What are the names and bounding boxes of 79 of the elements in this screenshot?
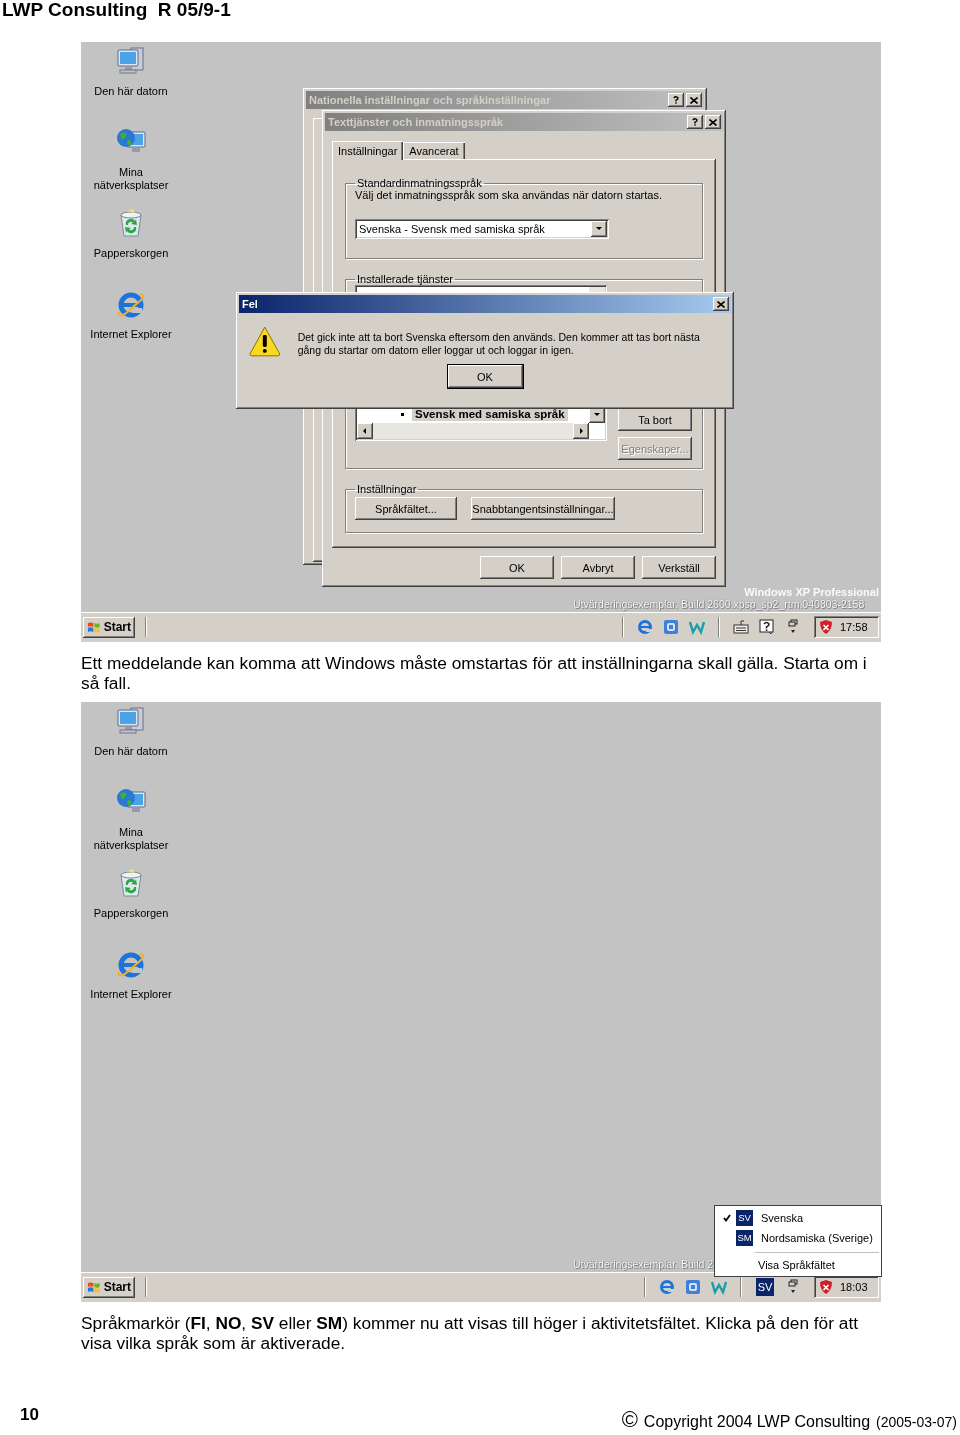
- group-label: Inställningar: [356, 483, 418, 495]
- close-icon: [717, 300, 725, 308]
- computer-icon: [115, 45, 147, 77]
- menu-label: Nordsamiska (Sverige): [761, 1231, 873, 1244]
- help-button[interactable]: [687, 115, 703, 129]
- clock: 17:58: [840, 621, 868, 633]
- build-text: Utvärderingsexemplar. Build 2: [573, 1258, 714, 1270]
- shield-icon: [818, 619, 834, 635]
- desktop-shortcut[interactable]: Den här datorn: [81, 705, 181, 786]
- menu-item[interactable]: SV Svenska: [715, 1208, 881, 1228]
- ok-button[interactable]: OK: [447, 365, 523, 388]
- clock: 18:03: [840, 1281, 868, 1293]
- desktop-shortcut[interactable]: Internet Explorer: [81, 948, 181, 1029]
- tab[interactable]: Avancerat: [403, 142, 465, 159]
- description-text: Välj det inmatningsspråk som ska användas när datorn startas.: [355, 189, 663, 201]
- page-number: 10: [20, 1405, 39, 1425]
- language-indicator[interactable]: SV: [756, 1278, 774, 1296]
- desktop-shortcut[interactable]: Papperskorgen: [81, 867, 181, 948]
- help-icon[interactable]: [758, 618, 776, 636]
- group-label: Standardinmatningsspråk: [356, 177, 483, 189]
- right-arrow-icon: [577, 427, 585, 435]
- close-button[interactable]: [686, 93, 702, 107]
- horizontal-scrollbar[interactable]: [357, 423, 589, 439]
- down-arrow-icon: [593, 411, 601, 419]
- app-icon[interactable]: [662, 618, 680, 636]
- desktop-shortcut[interactable]: Mina nätverksplatser: [81, 786, 181, 867]
- date-text: (2005-03-07): [876, 1414, 957, 1430]
- caret-icon: [595, 225, 603, 233]
- computer-icon: [115, 705, 147, 737]
- warning-icon: [248, 325, 282, 357]
- window-title: Fel: [242, 298, 259, 310]
- desktop-shortcut[interactable]: Internet Explorer: [81, 288, 181, 369]
- close-button[interactable]: [705, 115, 721, 129]
- e-logo-icon[interactable]: [658, 1278, 676, 1296]
- copyright-symbol: ©: [621, 1407, 638, 1433]
- flag-icon: [87, 620, 101, 634]
- start-button[interactable]: Start: [83, 1276, 135, 1298]
- language-badge: SM: [736, 1229, 753, 1246]
- button[interactable]: Verkställ: [642, 556, 716, 579]
- menu-label: Svenska: [761, 1212, 804, 1224]
- button[interactable]: Snabbtangentsinställningar...: [471, 497, 615, 520]
- button[interactable]: Avbryt: [561, 556, 635, 579]
- language-badge: SV: [736, 1210, 753, 1226]
- language-select[interactable]: Svenska - Svensk med samiska språk: [355, 219, 609, 239]
- shield-icon: [818, 1279, 834, 1295]
- e-logo-icon[interactable]: [636, 618, 654, 636]
- menu-item[interactable]: SM Nordsamiska (Sverige): [715, 1228, 881, 1248]
- caption: Ett meddelande kan komma att Windows måste omstartas för att inställningarna skall gälla. Starta om i så fall.: [81, 653, 868, 693]
- build-text: Utvärderingsexemplar. Build 2600.xpsp_sp2_rtm.040803-2158: [573, 598, 865, 610]
- tab[interactable]: Inställningar: [332, 141, 404, 160]
- close-button[interactable]: [713, 297, 729, 311]
- caption: Språkmarkör (FI, NO, SV eller SM) kommer nu att visas till höger i aktivitetsfältet. Klicka på den för att visa vilka språk som är aktiverade.: [81, 1313, 859, 1353]
- button[interactable]: OK: [480, 556, 554, 579]
- help-icon: [673, 96, 679, 104]
- desktop-shortcut[interactable]: Den här datorn: [81, 45, 181, 126]
- menu-item[interactable]: Visa Språkfältet: [715, 1255, 881, 1274]
- desktop-shortcut[interactable]: Papperskorgen: [81, 207, 181, 288]
- copyright-text: Copyright 2004 LWP Consulting: [643, 1413, 871, 1431]
- desktop-shortcut[interactable]: Mina nätverksplatser: [81, 126, 181, 207]
- group-label: Installerade tjänster: [356, 273, 454, 285]
- flag-icon: [87, 1280, 101, 1294]
- bullet-icon: [401, 412, 404, 416]
- button[interactable]: Språkfältet...: [355, 497, 457, 520]
- close-icon: [709, 118, 717, 126]
- scroll-right-button[interactable]: [573, 423, 589, 439]
- help-icon: [692, 118, 698, 126]
- scroll-left-button[interactable]: [357, 423, 373, 439]
- app-icon[interactable]: [684, 1278, 702, 1296]
- close-icon: [690, 96, 698, 104]
- dropdown-button[interactable]: [591, 221, 607, 237]
- error-message: Det gick inte att ta bort Svenska eftersom den används. Den kommer att tas bort nästa gång du startar om datorn eller loggar ut och loggar in igen.: [297, 330, 701, 357]
- keyboard-icon[interactable]: [732, 618, 750, 636]
- help-button[interactable]: [668, 93, 684, 107]
- left-arrow-icon: [361, 427, 369, 435]
- window-title: Texttjänster och inmatningsspråk: [328, 116, 505, 128]
- start-button[interactable]: Start: [83, 616, 135, 638]
- document-header: LWP Consulting R 05/9-1: [1, 0, 232, 22]
- button[interactable]: Ta bort: [618, 408, 692, 431]
- window-title: Nationella inställningar och språkinställningar: [309, 94, 552, 106]
